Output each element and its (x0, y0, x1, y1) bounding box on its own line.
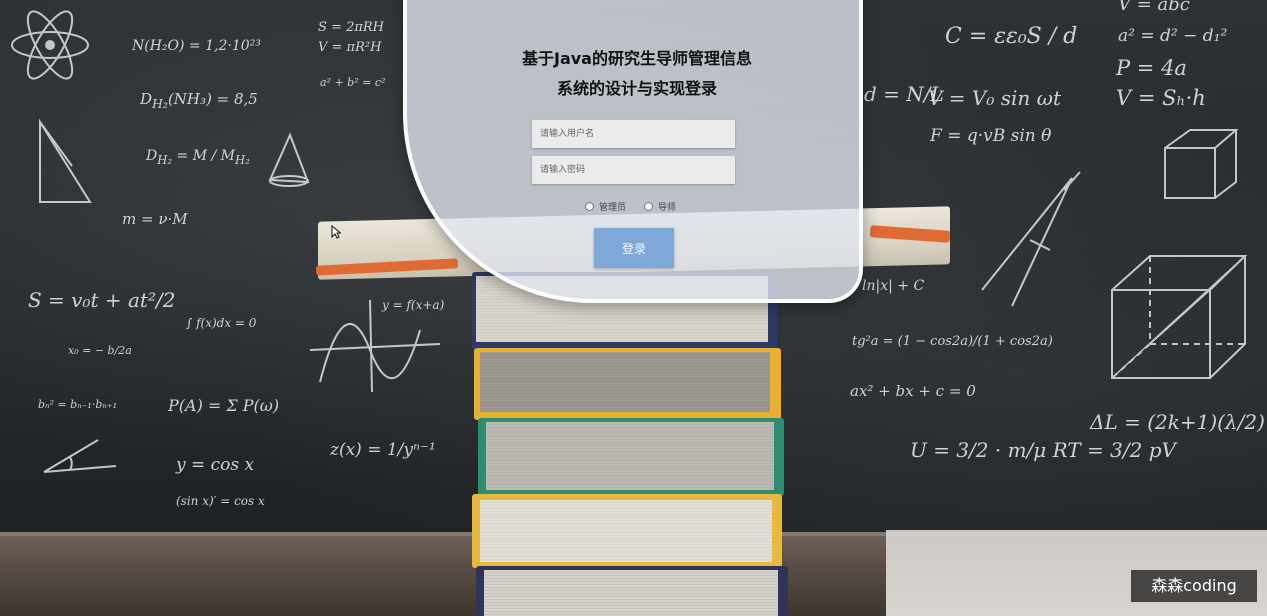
login-button[interactable]: 登录 (594, 228, 674, 268)
mouse-cursor-icon (331, 225, 341, 239)
role-label-tutor: 导师 (658, 203, 677, 213)
role-option-admin[interactable]: 管理员 (585, 200, 626, 213)
role-selector: 管理员 导师 (585, 200, 676, 213)
login-title-line2: 系统的设计与实现登录 (556, 79, 717, 98)
role-label-admin: 管理员 (599, 203, 627, 213)
login-title-line1: 基于Java的研究生导师管理信息 (522, 49, 752, 68)
radio-button[interactable] (585, 202, 594, 211)
username-input[interactable] (532, 120, 735, 148)
radio-button[interactable] (644, 202, 654, 211)
role-option-tutor[interactable]: 导师 (644, 200, 676, 213)
watermark-label: 森森coding (1131, 570, 1257, 602)
login-title: 基于Java的研究生导师管理信息 系统的设计与实现登录 (407, 44, 867, 104)
password-input[interactable] (532, 156, 735, 184)
